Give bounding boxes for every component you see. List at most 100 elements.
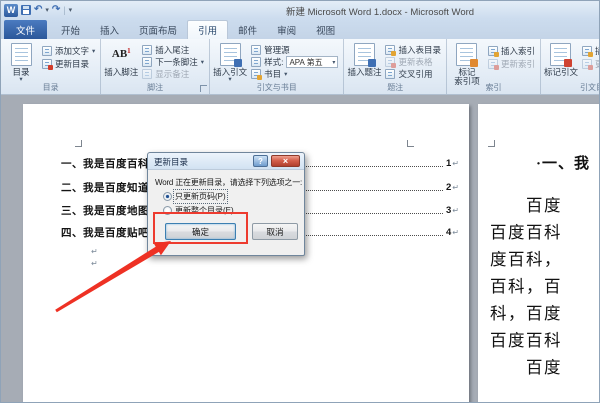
cross-reference-button[interactable]: 交叉引用 (383, 68, 443, 80)
ribbon-tab-bar: 文件 开始 插入 页面布局 引用 邮件 审阅 视图 (1, 19, 599, 39)
quick-access-toolbar: W ↶ ▾ ↷ | ▾ (4, 3, 73, 17)
citation-style-label: 样式: (264, 57, 284, 67)
mark-citation-button[interactable]: 标记引文 (544, 41, 578, 80)
toc-entry-text[interactable]: 三、我是百度地图 (61, 205, 149, 217)
update-index-button: 更新索引 (486, 57, 537, 70)
insert-index-button[interactable]: 插入索引 (486, 44, 537, 57)
margin-mark-icon (75, 140, 82, 147)
insert-citation-button[interactable]: 插入引文 ▾ (213, 41, 247, 83)
toc-page-number[interactable]: 3 (446, 205, 451, 217)
toc-page-number[interactable]: 4 (446, 227, 451, 239)
update-index-icon (487, 58, 499, 70)
tab-review[interactable]: 审阅 (267, 20, 306, 39)
paragraph-mark-icon: ↵ (452, 159, 459, 168)
toc-page-number[interactable]: 2 (446, 182, 451, 194)
add-text-icon (42, 45, 52, 56)
group-label-toc: 目录 (42, 83, 59, 92)
insert-caption-icon (353, 43, 376, 67)
toc-entry-text[interactable]: 二、我是百度知道 (61, 182, 149, 194)
group-captions: 插入题注 插入表目录 更新表格 交叉引用 题注 (344, 39, 447, 94)
footnotes-dialog-launcher-icon[interactable] (200, 85, 208, 92)
show-notes-label: 显示备注 (155, 69, 190, 79)
mark-entry-button[interactable]: 标记 索引项 (450, 41, 484, 86)
update-toc-icon (42, 58, 53, 70)
page2-heading[interactable]: ·一、我 (536, 152, 590, 173)
group-label-footnotes: 脚注 (147, 83, 164, 92)
tab-insert[interactable]: 插入 (90, 20, 129, 39)
cross-reference-label: 交叉引用 (398, 69, 433, 79)
citation-style-row: 样式: APA 第五 ▾ (249, 56, 340, 68)
insert-index-label: 插入索引 (500, 45, 535, 56)
cross-reference-icon (385, 69, 396, 79)
insert-footnote-button[interactable]: AB 1 插入脚注 (104, 41, 138, 80)
bibliography-icon (251, 69, 263, 80)
insert-citation-icon (219, 43, 242, 67)
add-text-button[interactable]: 添加文字 ▾ (40, 44, 97, 57)
insert-caption-button[interactable]: 插入题注 (347, 41, 381, 80)
redo-icon[interactable]: ↷ (52, 5, 60, 15)
cancel-button[interactable]: 取消 (252, 223, 298, 240)
citation-style-combo[interactable]: APA 第五 ▾ (286, 56, 339, 68)
word-window: W ↶ ▾ ↷ | ▾ 新建 Microsoft Word 1.docx - M… (0, 0, 600, 403)
toc-button[interactable]: 目录 ▾ (4, 41, 38, 83)
manage-sources-button[interactable]: 管理源 (249, 44, 340, 56)
body-line[interactable]: 百科，百 (490, 273, 562, 297)
paragraph-mark-icon: ↵ (91, 259, 98, 268)
insert-table-of-authorities-icon (581, 45, 593, 57)
paragraph-mark-icon: ↵ (91, 247, 98, 256)
toc-icon (10, 43, 32, 66)
insert-table-of-figures-icon (385, 45, 397, 56)
tab-home[interactable]: 开始 (51, 20, 90, 39)
dialog-title-bar[interactable]: 更新目录 ? × (148, 153, 304, 170)
body-line[interactable]: 百度百科 (490, 219, 562, 243)
body-line[interactable]: 百度 (526, 192, 562, 216)
mark-entry-icon (456, 43, 479, 67)
option-update-page-numbers-label: 只更新页码(P) (173, 189, 228, 204)
body-line[interactable]: 百度 (526, 354, 562, 378)
tab-file[interactable]: 文件 (4, 20, 48, 39)
insert-endnote-button[interactable]: 插入尾注 (140, 44, 206, 56)
page-2[interactable]: ·一、我 百度 百度百科 度百科， 百科，百 科，百度 百度百科 百度 (478, 104, 599, 402)
update-toc-label: 更新目录 (55, 58, 90, 69)
insert-table-of-figures-button[interactable]: 插入表目录 (383, 44, 443, 56)
body-line[interactable]: 度百科， (490, 246, 562, 270)
tab-page-layout[interactable]: 页面布局 (129, 20, 187, 39)
manage-sources-icon (251, 45, 262, 55)
paragraph-mark-icon: ↵ (452, 183, 459, 192)
group-citations-bibliography: 插入引文 ▾ 管理源 样式: APA 第五 ▾ 书目 ▾ 引文与书目 (210, 39, 345, 94)
chevron-down-icon: ▾ (92, 47, 96, 55)
update-toc-button[interactable]: 更新目录 (40, 57, 97, 70)
undo-dropdown-icon[interactable]: ▾ (45, 6, 49, 14)
toc-entry-text[interactable]: 一、我是百度百科 (61, 158, 149, 170)
toc-page-number[interactable]: 1 (446, 158, 451, 170)
update-authorities-table-button: 更新表格 (580, 57, 599, 70)
bibliography-button[interactable]: 书目 ▾ (249, 68, 340, 80)
save-icon[interactable] (21, 5, 31, 15)
radio-selected-icon[interactable] (163, 192, 172, 201)
body-line[interactable]: 科，百度 (490, 300, 562, 324)
insert-table-of-authorities-button[interactable]: 插入引文目录 (580, 44, 599, 57)
undo-icon[interactable]: ↶ (34, 5, 42, 15)
body-line[interactable]: 百度百科 (490, 327, 562, 351)
window-title: 新建 Microsoft Word 1.docx - Microsoft Wor… (285, 7, 475, 18)
tab-view[interactable]: 视图 (306, 20, 345, 39)
add-text-label: 添加文字 (55, 45, 90, 56)
option-update-page-numbers[interactable]: 只更新页码(P) (163, 189, 228, 204)
word-logo-icon[interactable]: W (4, 3, 18, 17)
insert-table-of-authorities-label: 插入引文目录 (595, 45, 599, 57)
update-authorities-table-label: 更新表格 (595, 58, 599, 70)
toc-entry-text[interactable]: 四、我是百度贴吧 (61, 227, 149, 239)
tab-mailings[interactable]: 邮件 (228, 20, 267, 39)
group-table-of-authorities: 标记引文 插入引文目录 更新表格 引文目录 (541, 39, 599, 94)
next-footnote-button[interactable]: 下一条脚注 ▾ (140, 56, 206, 68)
dialog-title: 更新目录 (154, 157, 189, 167)
insert-footnote-icon: AB 1 (111, 47, 131, 60)
dialog-help-button[interactable]: ? (253, 155, 268, 167)
tab-references[interactable]: 引用 (187, 20, 229, 39)
toa-small-buttons: 插入引文目录 更新表格 (580, 41, 599, 80)
dialog-close-button[interactable]: × (271, 155, 300, 167)
customize-qat-icon[interactable]: ▾ (69, 6, 73, 14)
paragraph-mark-icon: ↵ (452, 206, 459, 215)
show-notes-icon (142, 69, 153, 79)
ribbon: 目录 ▾ 添加文字 ▾ 更新目录 目录 AB 1 插入脚注 插入尾注 下一条脚注… (1, 39, 599, 95)
